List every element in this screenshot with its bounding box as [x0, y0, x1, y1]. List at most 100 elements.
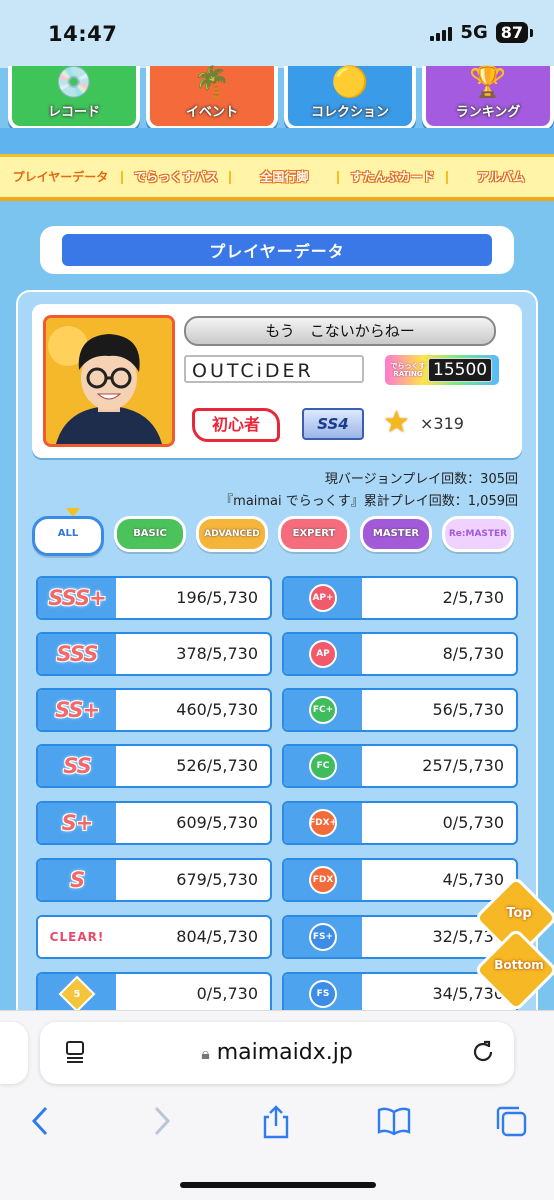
- url-text: maimaidx.jp: [216, 1040, 353, 1065]
- stat-value: 460/5,730: [176, 700, 258, 719]
- tab-master[interactable]: MASTER: [360, 516, 432, 552]
- stat-row-ap-plus: AP+ 2/5,730: [282, 576, 518, 620]
- rank-ss-icon: SS: [38, 746, 116, 786]
- stat-row-ss-plus: SS+ 460/5,730: [36, 688, 272, 732]
- battery-icon: 87: [495, 22, 534, 43]
- player-name: OUTCiDER: [184, 355, 364, 383]
- clear-icon: CLEAR!: [38, 917, 116, 957]
- fc-plus-icon: FC+: [284, 690, 362, 730]
- scroll-top-label[interactable]: Top: [492, 906, 546, 921]
- tile-collection-label: コレクション: [310, 105, 389, 120]
- subnav-deluxe-pass[interactable]: でらっくすパス: [123, 170, 232, 184]
- stat-value: 0/5,730: [442, 813, 504, 832]
- tab-expert[interactable]: EXPERT: [278, 516, 350, 552]
- stat-row-sss: SSS 378/5,730: [36, 632, 272, 676]
- medal-icon: 🟡: [331, 65, 369, 100]
- player-title-plate: もう こないからねー: [184, 316, 496, 346]
- tab-remaster[interactable]: Re:MASTER: [442, 516, 514, 552]
- current-version-plays: 現バージョンプレイ回数：305回: [324, 472, 518, 487]
- tabs-icon[interactable]: [494, 1104, 528, 1146]
- tile-collection[interactable]: 🟡 コレクション: [284, 66, 416, 130]
- subnav-album[interactable]: アルバム: [448, 170, 554, 184]
- fdx-icon: FDX: [284, 860, 362, 900]
- stat-row-ap: AP 8/5,730: [282, 632, 518, 676]
- dx-star-5-icon: 5: [38, 974, 116, 1014]
- stat-row-fc-plus: FC+ 56/5,730: [282, 688, 518, 732]
- stat-value: 196/5,730: [176, 588, 258, 607]
- avatar-portrait: [46, 318, 172, 444]
- subnav-player-data[interactable]: プレイヤーデータ: [0, 170, 123, 184]
- tile-event[interactable]: 🌴 イベント: [146, 66, 278, 130]
- home-indicator: [180, 1182, 376, 1188]
- star-icon: ★: [383, 405, 410, 440]
- fc-icon: FC: [284, 746, 362, 786]
- stat-value: 526/5,730: [176, 756, 258, 775]
- course-rank-badge: SS4: [302, 408, 364, 440]
- stat-row-fc: FC 257/5,730: [282, 744, 518, 788]
- tile-record[interactable]: 💿 レコード: [8, 66, 140, 130]
- rank-sss-icon: SSS: [38, 634, 116, 674]
- stat-value: 8/5,730: [442, 644, 504, 663]
- star-count: ×319: [420, 414, 464, 433]
- status-time: 14:47: [48, 22, 118, 46]
- tile-event-label: イベント: [185, 105, 238, 120]
- tab-all[interactable]: ALL: [32, 516, 104, 556]
- rank-sss-plus-icon: SSS+: [38, 578, 116, 618]
- class-badge: 初心者: [192, 408, 280, 442]
- back-icon[interactable]: [30, 1104, 52, 1146]
- stat-value: 56/5,730: [432, 700, 504, 719]
- trophy-icon: 🏆: [469, 65, 507, 100]
- section-banner: プレイヤーデータ: [40, 226, 514, 274]
- fs-plus-icon: FS+: [284, 917, 362, 957]
- cd-icon: 💿: [55, 65, 93, 100]
- forward-icon[interactable]: [150, 1104, 172, 1146]
- total-plays: 『maimai でらっくす』累計プレイ回数：1,059回: [220, 494, 518, 509]
- stat-row-sss-plus: SSS+ 196/5,730: [36, 576, 272, 620]
- stat-value: 0/5,730: [196, 984, 258, 1003]
- stat-value: 679/5,730: [176, 870, 258, 889]
- stat-value: 4/5,730: [442, 870, 504, 889]
- tile-ranking-label: ランキング: [455, 105, 521, 120]
- rank-ss-plus-icon: SS+: [38, 690, 116, 730]
- header-strip: [0, 128, 554, 154]
- stat-row-ss: SS 526/5,730: [36, 744, 272, 788]
- sub-navigation: プレイヤーデータ でらっくすパス 全国行脚 すたんぷカード アルバム: [0, 154, 554, 201]
- network-label: 5G: [460, 22, 488, 43]
- palm-icon: 🌴: [193, 65, 231, 100]
- stat-value: 2/5,730: [442, 588, 504, 607]
- subnav-stamp-card[interactable]: すたんぷカード: [339, 170, 448, 184]
- rating-label: でらっくす RATING: [390, 362, 426, 378]
- signal-icon: [430, 25, 453, 41]
- stat-row-fdx: FDX 4/5,730: [282, 858, 518, 902]
- ap-plus-icon: AP+: [284, 578, 362, 618]
- rank-s-icon: S: [38, 860, 116, 900]
- stat-row-fdx-plus: FDX+ 0/5,730: [282, 801, 518, 845]
- rating-badge: でらっくす RATING 15500: [385, 355, 499, 385]
- share-icon[interactable]: [260, 1104, 292, 1148]
- reload-icon[interactable]: [470, 1039, 496, 1069]
- lock-icon: 🔒︎: [201, 1044, 210, 1063]
- stat-value: 609/5,730: [176, 813, 258, 832]
- rating-value: 15500: [428, 358, 493, 382]
- subnav-nationwide[interactable]: 全国行脚: [231, 170, 340, 184]
- stat-row-s: S 679/5,730: [36, 858, 272, 902]
- section-title: プレイヤーデータ: [62, 234, 492, 266]
- status-indicators: 5G 87: [430, 22, 534, 43]
- rank-s-plus-icon: S+: [38, 803, 116, 843]
- stat-row-s-plus: S+ 609/5,730: [36, 801, 272, 845]
- tab-advanced[interactable]: ADVANCED: [196, 516, 268, 552]
- stat-value: 378/5,730: [176, 644, 258, 663]
- fs-icon: FS: [284, 974, 362, 1014]
- tile-record-label: レコード: [47, 105, 100, 120]
- bookmarks-icon[interactable]: [376, 1104, 412, 1146]
- stat-row-clear: CLEAR! 804/5,730: [36, 915, 272, 959]
- tile-ranking[interactable]: 🏆 ランキング: [422, 66, 554, 130]
- ap-icon: AP: [284, 634, 362, 674]
- player-avatar: [43, 315, 175, 447]
- stat-value: 257/5,730: [422, 756, 504, 775]
- difficulty-tabs: ALL BASIC ADVANCED EXPERT MASTER Re:MAST…: [32, 516, 522, 556]
- scroll-bottom-label[interactable]: Bottom: [492, 958, 546, 972]
- stat-value: 804/5,730: [176, 927, 258, 946]
- fdx-plus-icon: FDX+: [284, 803, 362, 843]
- tab-basic[interactable]: BASIC: [114, 516, 186, 552]
